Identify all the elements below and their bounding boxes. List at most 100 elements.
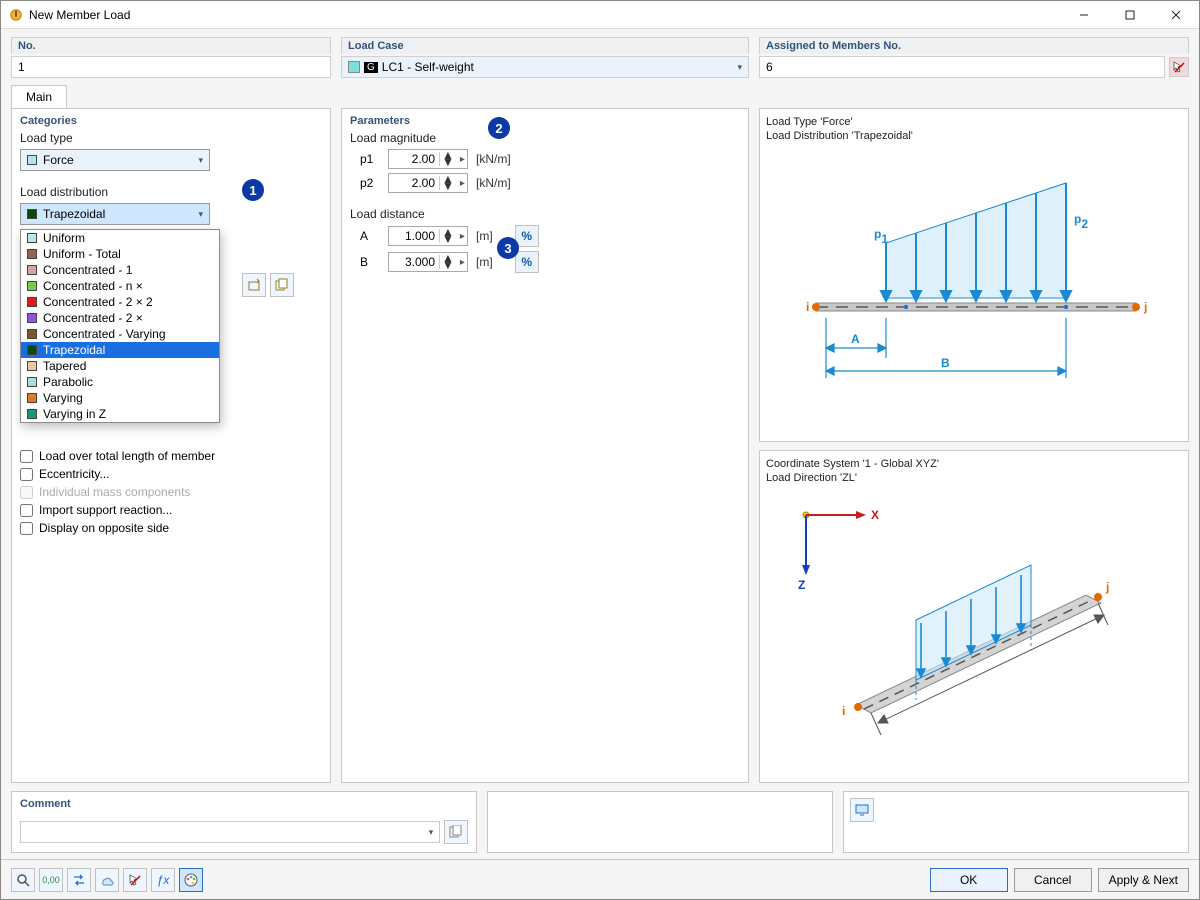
minimize-button[interactable] xyxy=(1061,1,1107,29)
parameters-panel: Parameters Load magnitude p1 ▲▼ ▸ [kN/m]… xyxy=(341,108,749,783)
chk-display-opposite[interactable]: Display on opposite side xyxy=(12,519,330,537)
distance-label: Load distance xyxy=(342,205,748,223)
dist-option-concentrated-n-[interactable]: Concentrated - n × xyxy=(21,278,219,294)
preview-diagram-bottom: X Z i j xyxy=(766,485,1176,745)
cloud-icon xyxy=(100,873,114,887)
ok-button[interactable]: OK xyxy=(930,868,1008,892)
color-button[interactable] xyxy=(179,868,203,892)
comment-select[interactable]: ▾ xyxy=(20,821,440,843)
copy-icon xyxy=(449,825,463,839)
preview-line2: Load Distribution 'Trapezoidal' xyxy=(766,129,1182,143)
p2-row: p2 ▲▼ ▸ [kN/m] xyxy=(342,171,748,195)
svg-text:A: A xyxy=(851,332,860,346)
load-type-label: Load type xyxy=(12,129,330,147)
new-icon xyxy=(247,278,261,292)
annotation-badge-2: 2 xyxy=(488,117,510,139)
svg-text:p1: p1 xyxy=(874,227,888,246)
new-item-button[interactable] xyxy=(242,273,266,297)
load-dist-select[interactable]: Trapezoidal ▾ xyxy=(20,203,210,225)
dialog-window: New Member Load No. 1 Load Case G LC1 - … xyxy=(0,0,1200,900)
load-dist-label: Load distribution xyxy=(12,183,330,201)
preview-diagram-top: i j p1 p2 xyxy=(766,143,1176,442)
dist-option-varying[interactable]: Varying xyxy=(21,390,219,406)
svg-text:i: i xyxy=(806,300,809,314)
chk-total-length[interactable]: Load over total length of member xyxy=(12,447,330,465)
pick-members-button[interactable] xyxy=(1169,57,1189,77)
spin-down-icon[interactable]: ▼ xyxy=(440,159,456,166)
p1-input[interactable]: ▲▼ ▸ xyxy=(388,149,468,169)
comment-label: Comment xyxy=(12,792,476,812)
dist-option-concentrated-1[interactable]: Concentrated - 1 xyxy=(21,262,219,278)
main-area: Categories Load type Force ▾ Load distri… xyxy=(1,108,1199,791)
B-percent-button[interactable]: % xyxy=(515,251,539,273)
A-input[interactable]: ▲▼ ▸ xyxy=(388,226,468,246)
categories-panel: Categories Load type Force ▾ Load distri… xyxy=(11,108,331,783)
chk-mass: Individual mass components xyxy=(12,483,330,501)
units-button[interactable]: 0,00 xyxy=(39,868,63,892)
svg-text:p2: p2 xyxy=(1074,212,1088,231)
maximize-button[interactable] xyxy=(1107,1,1153,29)
titlebar: New Member Load xyxy=(1,1,1199,29)
load-type-select[interactable]: Force ▾ xyxy=(20,149,210,171)
cancel-button[interactable]: Cancel xyxy=(1014,868,1092,892)
dist-option-concentrated-2-2[interactable]: Concentrated - 2 × 2 xyxy=(21,294,219,310)
delete-pick-button[interactable] xyxy=(123,868,147,892)
preview-bottom: Coordinate System '1 - Global XYZ' Load … xyxy=(759,450,1189,784)
dist-option-trapezoidal[interactable]: Trapezoidal xyxy=(21,342,219,358)
load-dist-dropdown[interactable]: UniformUniform - TotalConcentrated - 1Co… xyxy=(20,229,220,423)
B-input[interactable]: ▲▼ ▸ xyxy=(388,252,468,272)
chevron-down-icon: ▾ xyxy=(737,62,742,73)
annotation-badge-3: 3 xyxy=(497,237,519,259)
tab-main[interactable]: Main xyxy=(11,85,67,108)
wind-load-button[interactable] xyxy=(95,868,119,892)
B-row: B ▲▼ ▸ [m] % xyxy=(342,249,748,275)
comment-library-button[interactable] xyxy=(444,820,468,844)
copy-item-button[interactable] xyxy=(270,273,294,297)
no-label: No. xyxy=(11,37,331,54)
apply-next-button[interactable]: Apply & Next xyxy=(1098,868,1189,892)
assigned-input[interactable]: 6 xyxy=(759,56,1165,78)
dist-option-parabolic[interactable]: Parabolic xyxy=(21,374,219,390)
chk-eccentricity[interactable]: Eccentricity... xyxy=(12,465,330,483)
loadcase-select[interactable]: G LC1 - Self-weight ▾ xyxy=(341,56,749,78)
step-right-icon[interactable]: ▸ xyxy=(456,154,469,165)
dist-option-uniform-total[interactable]: Uniform - Total xyxy=(21,246,219,262)
p2-input[interactable]: ▲▼ ▸ xyxy=(388,173,468,193)
svg-text:i: i xyxy=(842,704,845,718)
preview-settings-button[interactable] xyxy=(850,798,874,822)
app-icon xyxy=(9,8,23,22)
dist-option-concentrated-varying[interactable]: Concentrated - Varying xyxy=(21,326,219,342)
copy-icon xyxy=(275,278,289,292)
parameters-title: Parameters xyxy=(342,109,748,129)
chk-import-reaction[interactable]: Import support reaction... xyxy=(12,501,330,519)
preview-top: Load Type 'Force' Load Distribution 'Tra… xyxy=(759,108,1189,442)
svg-text:j: j xyxy=(1105,580,1109,594)
dist-option-tapered[interactable]: Tapered xyxy=(21,358,219,374)
function-button[interactable]: ƒx xyxy=(151,868,175,892)
no-input[interactable]: 1 xyxy=(11,56,331,78)
close-button[interactable] xyxy=(1153,1,1199,29)
search-icon xyxy=(16,873,30,887)
magnitude-label: Load magnitude xyxy=(342,129,748,147)
convert-button[interactable] xyxy=(67,868,91,892)
preview-line1: Load Type 'Force' xyxy=(766,115,1182,129)
dist-option-uniform[interactable]: Uniform xyxy=(21,230,219,246)
loadcase-badge: G xyxy=(364,62,378,73)
categories-title: Categories xyxy=(12,109,330,129)
dist-option-varying-in-z[interactable]: Varying in Z xyxy=(21,406,219,422)
loadcase-value: LC1 - Self-weight xyxy=(382,60,474,74)
preview-cs2: Load Direction 'ZL' xyxy=(766,471,1182,485)
preview-column: Load Type 'Force' Load Distribution 'Tra… xyxy=(759,108,1189,783)
chevron-down-icon: ▾ xyxy=(198,155,203,166)
tabstrip: Main xyxy=(1,84,1199,108)
chevron-down-icon: ▾ xyxy=(198,209,203,220)
A-row: A ▲▼ ▸ [m] % xyxy=(342,223,748,249)
assigned-label: Assigned to Members No. xyxy=(759,37,1189,54)
help-button[interactable] xyxy=(11,868,35,892)
p1-row: p1 ▲▼ ▸ [kN/m] xyxy=(342,147,748,171)
loadcase-color-swatch xyxy=(348,61,360,73)
dist-option-concentrated-2-[interactable]: Concentrated - 2 × xyxy=(21,310,219,326)
window-title: New Member Load xyxy=(29,8,1061,22)
function-icon: ƒx xyxy=(157,873,170,887)
chevron-down-icon: ▾ xyxy=(429,827,434,838)
